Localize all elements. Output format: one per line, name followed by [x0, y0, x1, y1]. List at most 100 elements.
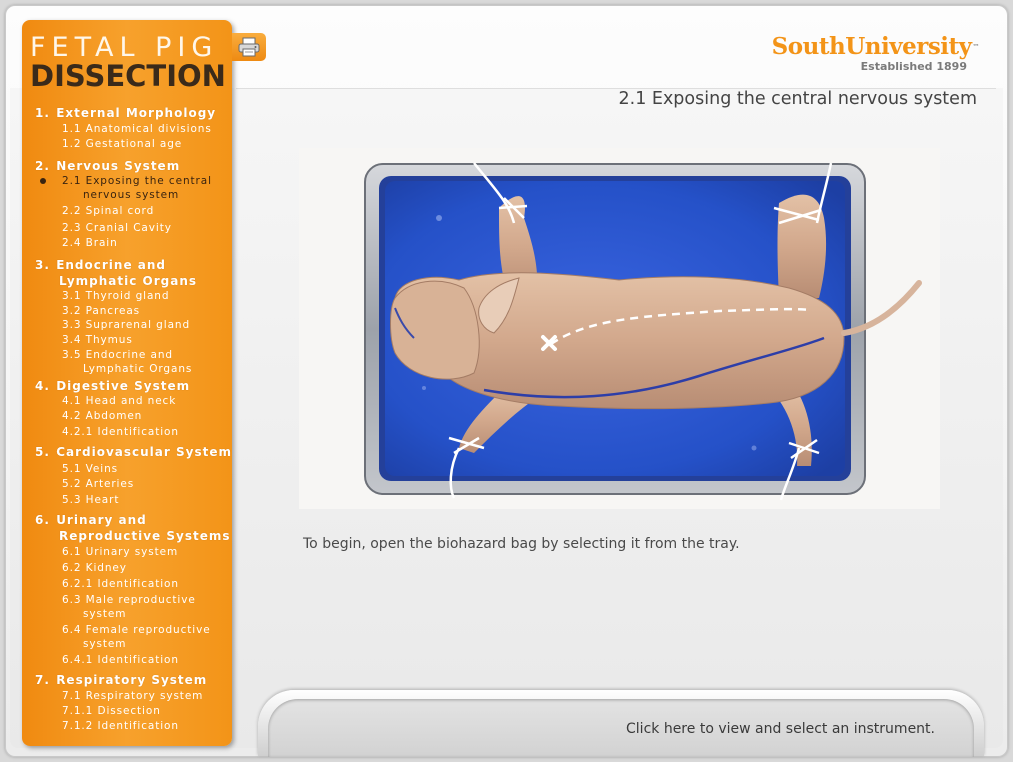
toc-item-6-1[interactable]: 6.1 Urinary system — [62, 545, 178, 559]
toc-section-number: 5. — [35, 445, 50, 459]
toc-item-number: 6.2.1 — [62, 578, 94, 590]
toc-item-6-2[interactable]: 6.2 Kidney — [62, 561, 127, 575]
toc-item-label: Anatomical divisions — [85, 123, 212, 135]
toc-item-number: 6.2 — [62, 562, 82, 574]
toc-section-number: 3. — [35, 258, 50, 272]
toc-section-7[interactable]: 7. Respiratory System — [35, 672, 207, 688]
toc-item-number: 7.1.1 — [62, 705, 94, 717]
toc-item-label: Abdomen — [85, 410, 143, 422]
toc-item-label-cont: nervous system — [83, 189, 180, 201]
toc-item-number: 2.3 — [62, 222, 82, 234]
toc-item-number: 4.2.1 — [62, 426, 94, 438]
toc-section-label-cont: Lymphatic Organs — [59, 274, 198, 288]
toc-item-label: Identification — [97, 578, 179, 590]
toc-item-label: Brain — [85, 237, 118, 249]
toc-item-2-1[interactable]: 2.1 Exposing the central nervous system — [62, 174, 212, 202]
toc-item-number: 6.4.1 — [62, 654, 94, 666]
toc-item-3-4[interactable]: 3.4 Thymus — [62, 333, 133, 347]
page-title: 2.1 Exposing the central nervous system — [618, 89, 978, 109]
brand-name: SouthUniversity — [771, 33, 972, 60]
instructions-text: To begin, open the biohazard bag by sele… — [303, 536, 740, 552]
toc-section-5[interactable]: 5. Cardiovascular System — [35, 444, 232, 460]
toc-item-label: Thyroid gland — [85, 290, 170, 302]
toc-item-7-1-1[interactable]: 7.1.1 Dissection — [62, 704, 161, 718]
toc-item-4-2-1[interactable]: 4.2.1 Identification — [62, 425, 179, 439]
toc-item-label: Male reproductive — [85, 594, 196, 606]
toc-item-6-3[interactable]: 6.3 Male reproductive system — [62, 593, 196, 621]
toc-item-label: Identification — [97, 654, 179, 666]
toc-item-label-cont: system — [83, 638, 127, 650]
toc-section-label: Digestive System — [56, 379, 191, 393]
toc-section-label: Cardiovascular System — [56, 445, 232, 459]
toc-item-3-3[interactable]: 3.3 Suprarenal gland — [62, 318, 190, 332]
toc-item-label: Kidney — [85, 562, 127, 574]
toc-item-label: Exposing the central — [85, 175, 212, 187]
toc-item-number: 3.3 — [62, 319, 82, 331]
toc-item-4-2[interactable]: 4.2 Abdomen — [62, 409, 142, 423]
toc-item-label: Dissection — [97, 705, 161, 717]
toc-item-3-5[interactable]: 3.5 Endocrine and Lymphatic Organs — [62, 348, 192, 376]
toc-item-label: Arteries — [85, 478, 135, 490]
toc-section-6[interactable]: 6. Urinary and Reproductive Systems — [35, 512, 231, 544]
toc-section-label: Respiratory System — [56, 673, 208, 687]
toc-item-1-2[interactable]: 1.2 Gestational age — [62, 137, 182, 151]
sidebar: FETAL PIG DISSECTION 1. External Morphol… — [22, 20, 232, 746]
toc-item-label-cont: system — [83, 608, 127, 620]
toc-item-number: 2.1 — [62, 175, 82, 187]
toc-section-number: 6. — [35, 513, 50, 527]
print-button[interactable] — [232, 33, 266, 61]
toc-item-label: Endocrine and — [85, 349, 173, 361]
toc-item-label: Head and neck — [85, 395, 177, 407]
brand-logo: SouthUniversity™ Established 1899 — [771, 33, 980, 74]
toc-section-1[interactable]: 1. External Morphology — [35, 105, 216, 121]
toc-item-number: 1.1 — [62, 123, 82, 135]
toc-section-number: 1. — [35, 106, 50, 120]
toc-item-label: Veins — [85, 463, 119, 475]
toc-item-7-1-2[interactable]: 7.1.2 Identification — [62, 719, 179, 733]
toc-section-3[interactable]: 3. Endocrine and Lymphatic Organs — [35, 257, 197, 289]
toc-section-2[interactable]: 2. Nervous System — [35, 158, 180, 174]
toc-item-number: 4.1 — [62, 395, 82, 407]
toc-item-label: Pancreas — [85, 305, 141, 317]
toc-item-3-2[interactable]: 3.2 Pancreas — [62, 304, 140, 318]
toc-item-label: Identification — [97, 426, 179, 438]
toc-item-label: Suprarenal gland — [85, 319, 191, 331]
toc-item-number: 6.1 — [62, 546, 82, 558]
toc-item-label: Identification — [97, 720, 179, 732]
toc-item-3-1[interactable]: 3.1 Thyroid gland — [62, 289, 169, 303]
toc-item-2-3[interactable]: 2.3 Cranial Cavity — [62, 221, 172, 235]
toc-item-6-2-1[interactable]: 6.2.1 Identification — [62, 577, 179, 591]
toc-item-4-1[interactable]: 4.1 Head and neck — [62, 394, 176, 408]
toc-item-5-1[interactable]: 5.1 Veins — [62, 462, 118, 476]
toc-item-number: 4.2 — [62, 410, 82, 422]
toc-item-number: 5.3 — [62, 494, 82, 506]
toc-item-7-1[interactable]: 7.1 Respiratory system — [62, 689, 203, 703]
toc-item-label: Respiratory system — [85, 690, 204, 702]
toc-item-2-4[interactable]: 2.4 Brain — [62, 236, 118, 250]
toc-item-2-2[interactable]: 2.2 Spinal cord — [62, 204, 154, 218]
toc-item-1-1[interactable]: 1.1 Anatomical divisions — [62, 122, 212, 136]
toc-item-5-3[interactable]: 5.3 Heart — [62, 493, 119, 507]
toc-item-number: 3.4 — [62, 334, 82, 346]
toc-item-number: 5.1 — [62, 463, 82, 475]
toc-item-6-4[interactable]: 6.4 Female reproductive system — [62, 623, 211, 651]
toc-section-label: Endocrine and — [56, 258, 166, 272]
instrument-tray-label[interactable]: Click here to view and select an instrum… — [626, 721, 935, 737]
toc-item-label: Cranial Cavity — [85, 222, 172, 234]
toc-item-number: 2.4 — [62, 237, 82, 249]
toc-item-label-cont: Lymphatic Organs — [83, 363, 193, 375]
toc-section-number: 2. — [35, 159, 50, 173]
toc-item-number: 7.1.2 — [62, 720, 94, 732]
toc-item-label: Gestational age — [85, 138, 183, 150]
toc-item-label: Female reproductive — [85, 624, 211, 636]
toc-item-6-4-1[interactable]: 6.4.1 Identification — [62, 653, 179, 667]
printer-icon — [238, 37, 260, 57]
toc-item-5-2[interactable]: 5.2 Arteries — [62, 477, 134, 491]
dissection-image[interactable] — [299, 148, 940, 509]
toc-item-label: Thymus — [85, 334, 133, 346]
toc-section-label: Urinary and — [56, 513, 147, 527]
toc-item-label: Spinal cord — [85, 205, 155, 217]
toc-section-4[interactable]: 4. Digestive System — [35, 378, 190, 394]
brand-trademark: ™ — [972, 42, 980, 51]
toc-section-number: 7. — [35, 673, 50, 687]
